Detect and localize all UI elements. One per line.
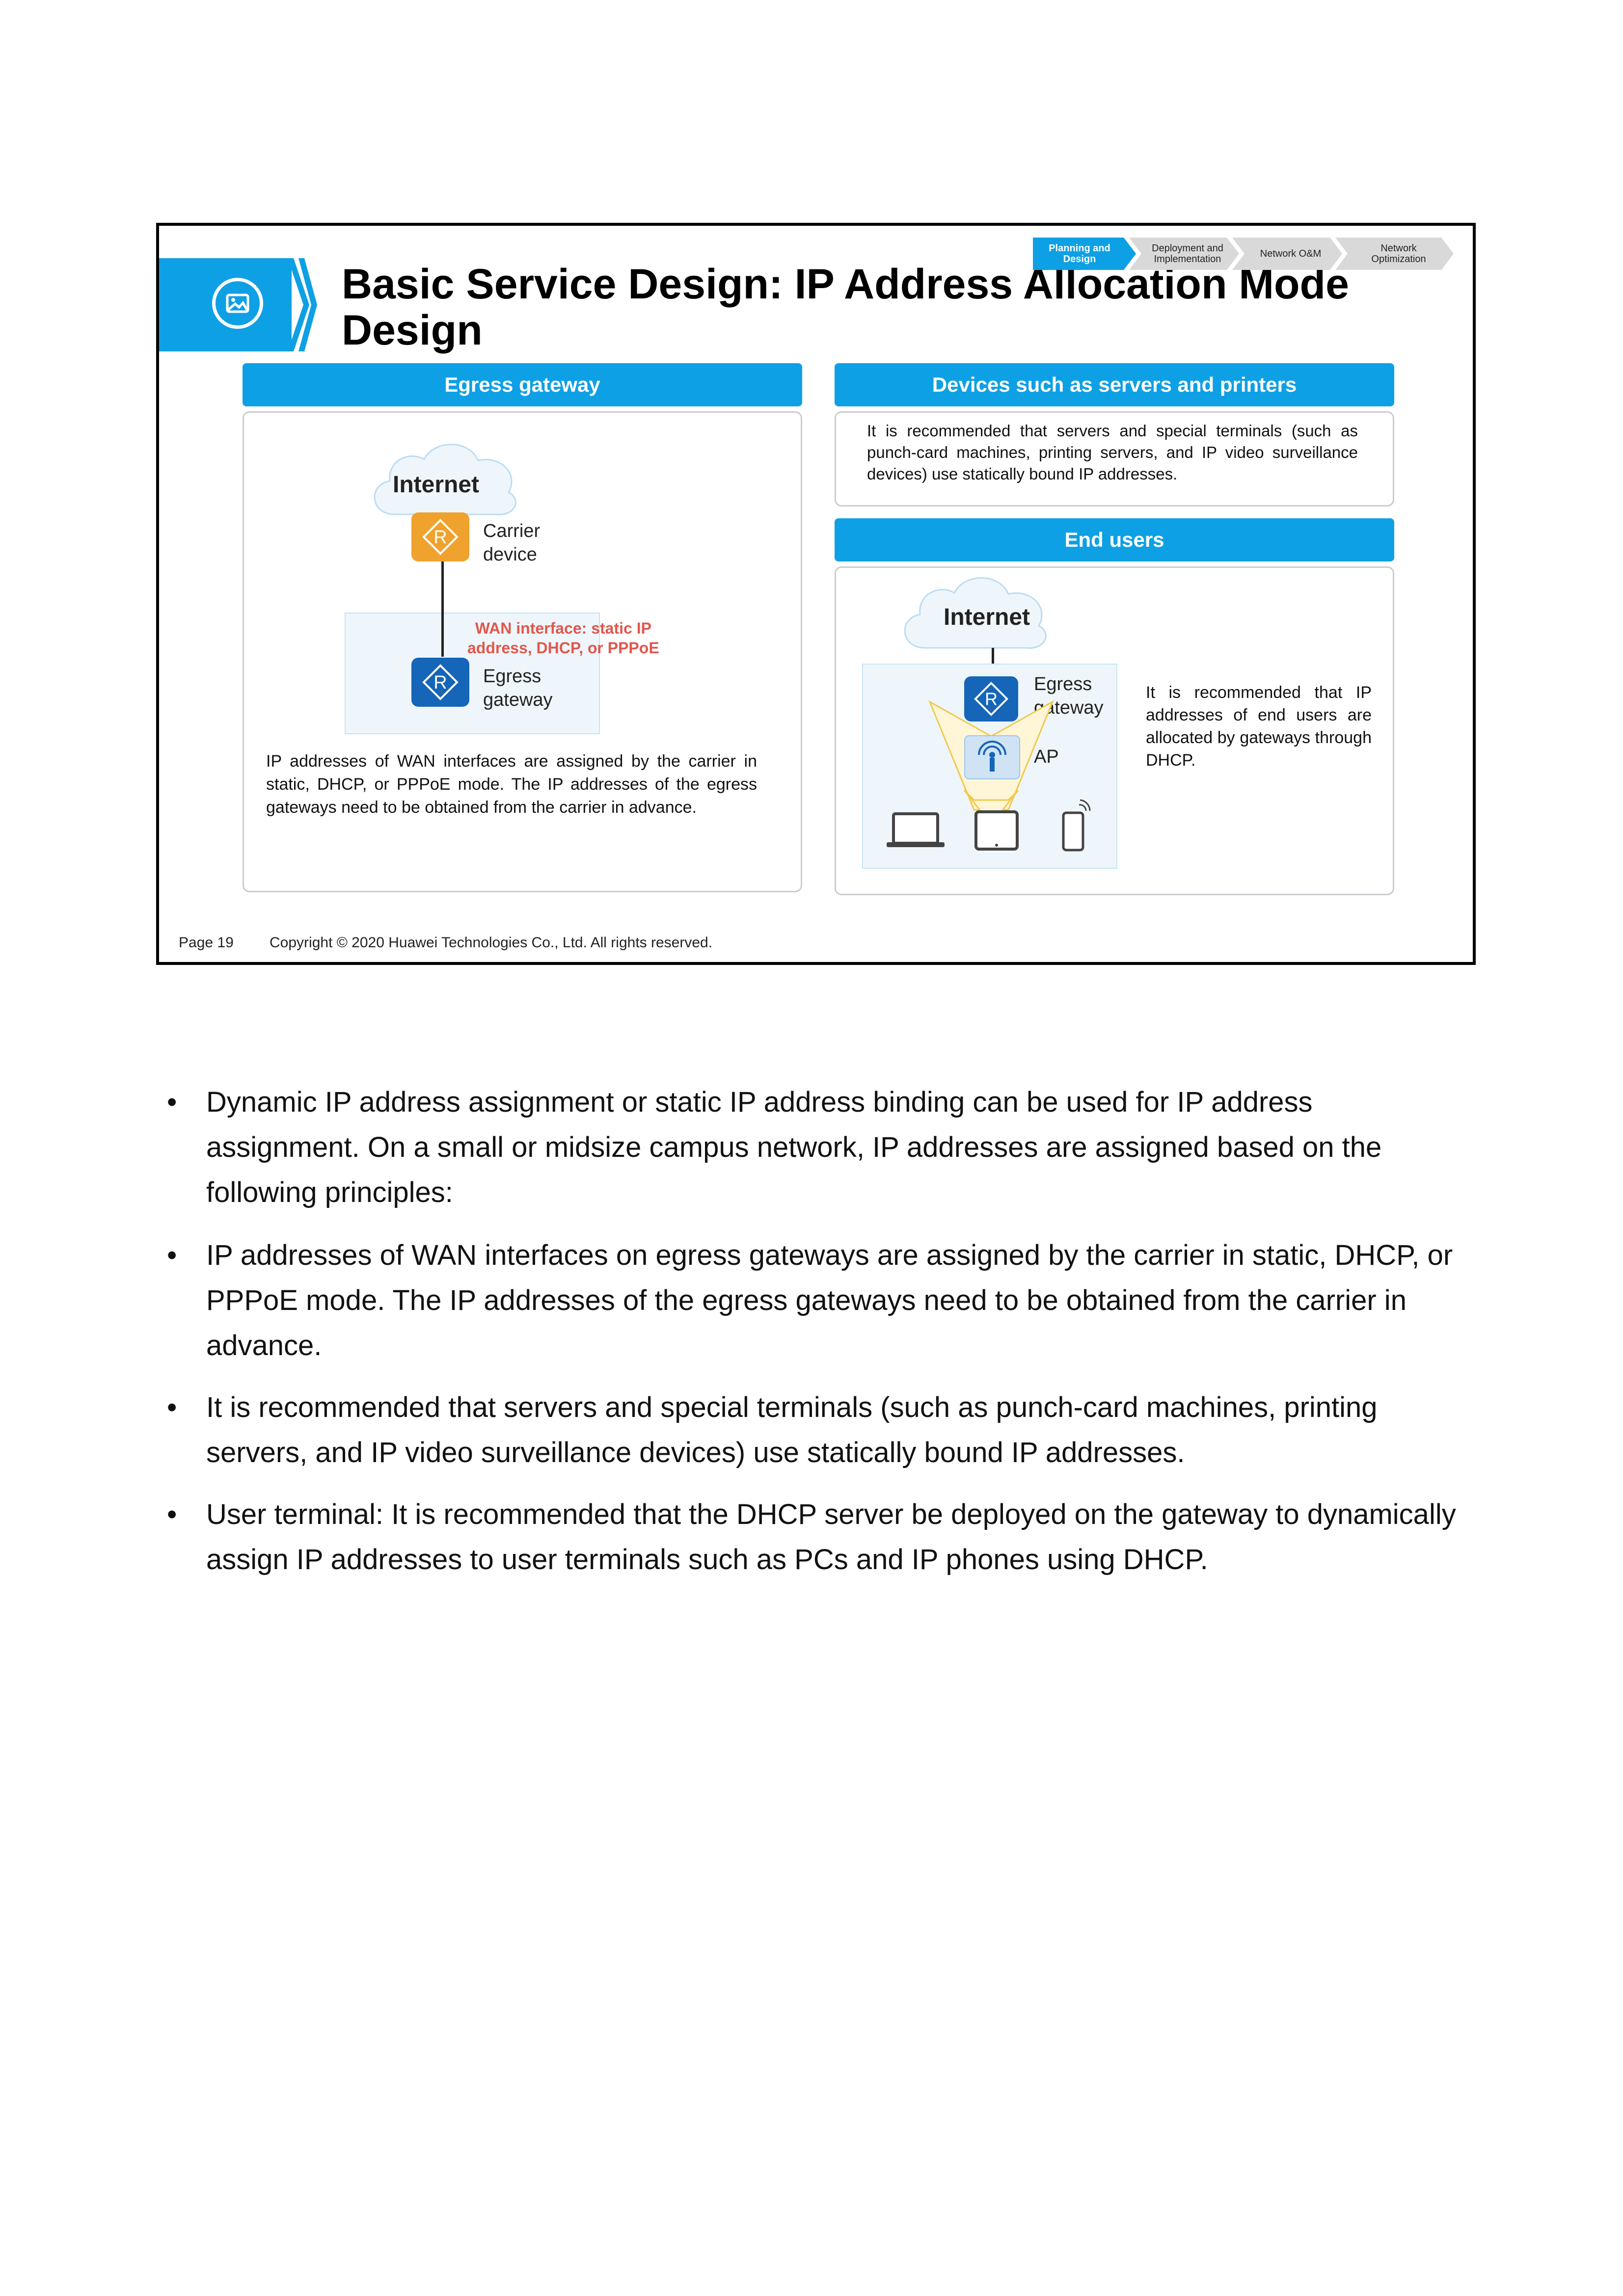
bullet-marker: • [167, 1239, 177, 1271]
slide: Basic Service Design: IP Address Allocat… [156, 223, 1476, 965]
end-users-internet-label: Internet [944, 604, 1030, 630]
devices-description: It is recommended that servers and speci… [867, 422, 1358, 483]
slide-title: Basic Service Design: IP Address Allocat… [342, 261, 1349, 354]
bullet-text: Dynamic IP address assignment or static … [206, 1086, 1382, 1208]
progress-step-optimization: Network Optimization [1371, 243, 1426, 265]
copyright: Copyright © 2020 Huawei Technologies Co.… [270, 934, 713, 951]
carrier-device-label: Carrier device [483, 521, 541, 565]
banner-chevron [288, 258, 317, 351]
ap-icon [964, 735, 1020, 779]
progress-step-deployment: Deployment and Implementation [1152, 243, 1223, 265]
bullet-item: • It is recommended that servers and spe… [167, 1385, 1473, 1475]
tablet-icon [974, 810, 1019, 851]
end-users-header: End users [835, 518, 1394, 561]
end-users-description: It is recommended that IP addresses of e… [1146, 683, 1372, 770]
ap-label: AP [1034, 747, 1059, 767]
bullet-text: IP addresses of WAN interfaces on egress… [206, 1239, 1453, 1362]
internet-label: Internet [393, 472, 480, 498]
wan-interface-note: WAN interface: static IP address, DHCP, o… [467, 619, 659, 657]
egress-gateway-label: Egress gateway [483, 666, 553, 710]
egress-gateway-header: Egress gateway [243, 363, 802, 406]
egress-router-icon: R [411, 658, 469, 707]
bullet-text: User terminal: It is recommended that th… [206, 1498, 1456, 1575]
egress-description: IP addresses of WAN interfaces are assig… [266, 752, 757, 817]
svg-text:R: R [433, 527, 447, 548]
bullet-item: • User terminal: It is recommended that … [167, 1492, 1473, 1582]
phone-icon [1062, 799, 1091, 852]
carrier-router-icon: R [411, 512, 469, 561]
image-icon [212, 278, 263, 329]
bullet-text: It is recommended that servers and speci… [206, 1391, 1378, 1468]
devices-header: Devices such as servers and printers [835, 363, 1394, 406]
bullet-item: • Dynamic IP address assignment or stati… [167, 1080, 1473, 1215]
svg-text:R: R [433, 672, 447, 693]
laptop-icon [887, 812, 945, 847]
bullet-marker: • [167, 1391, 177, 1423]
progress-step-om: Network O&M [1260, 248, 1322, 259]
link-line-lower [441, 613, 444, 657]
progress-step-planning: Planning and Design [1049, 243, 1110, 265]
bullet-item: • IP addresses of WAN interfaces on egre… [167, 1233, 1473, 1368]
page-number: Page 19 [179, 934, 234, 951]
bullet-marker: • [167, 1498, 177, 1530]
bullet-marker: • [167, 1086, 177, 1118]
